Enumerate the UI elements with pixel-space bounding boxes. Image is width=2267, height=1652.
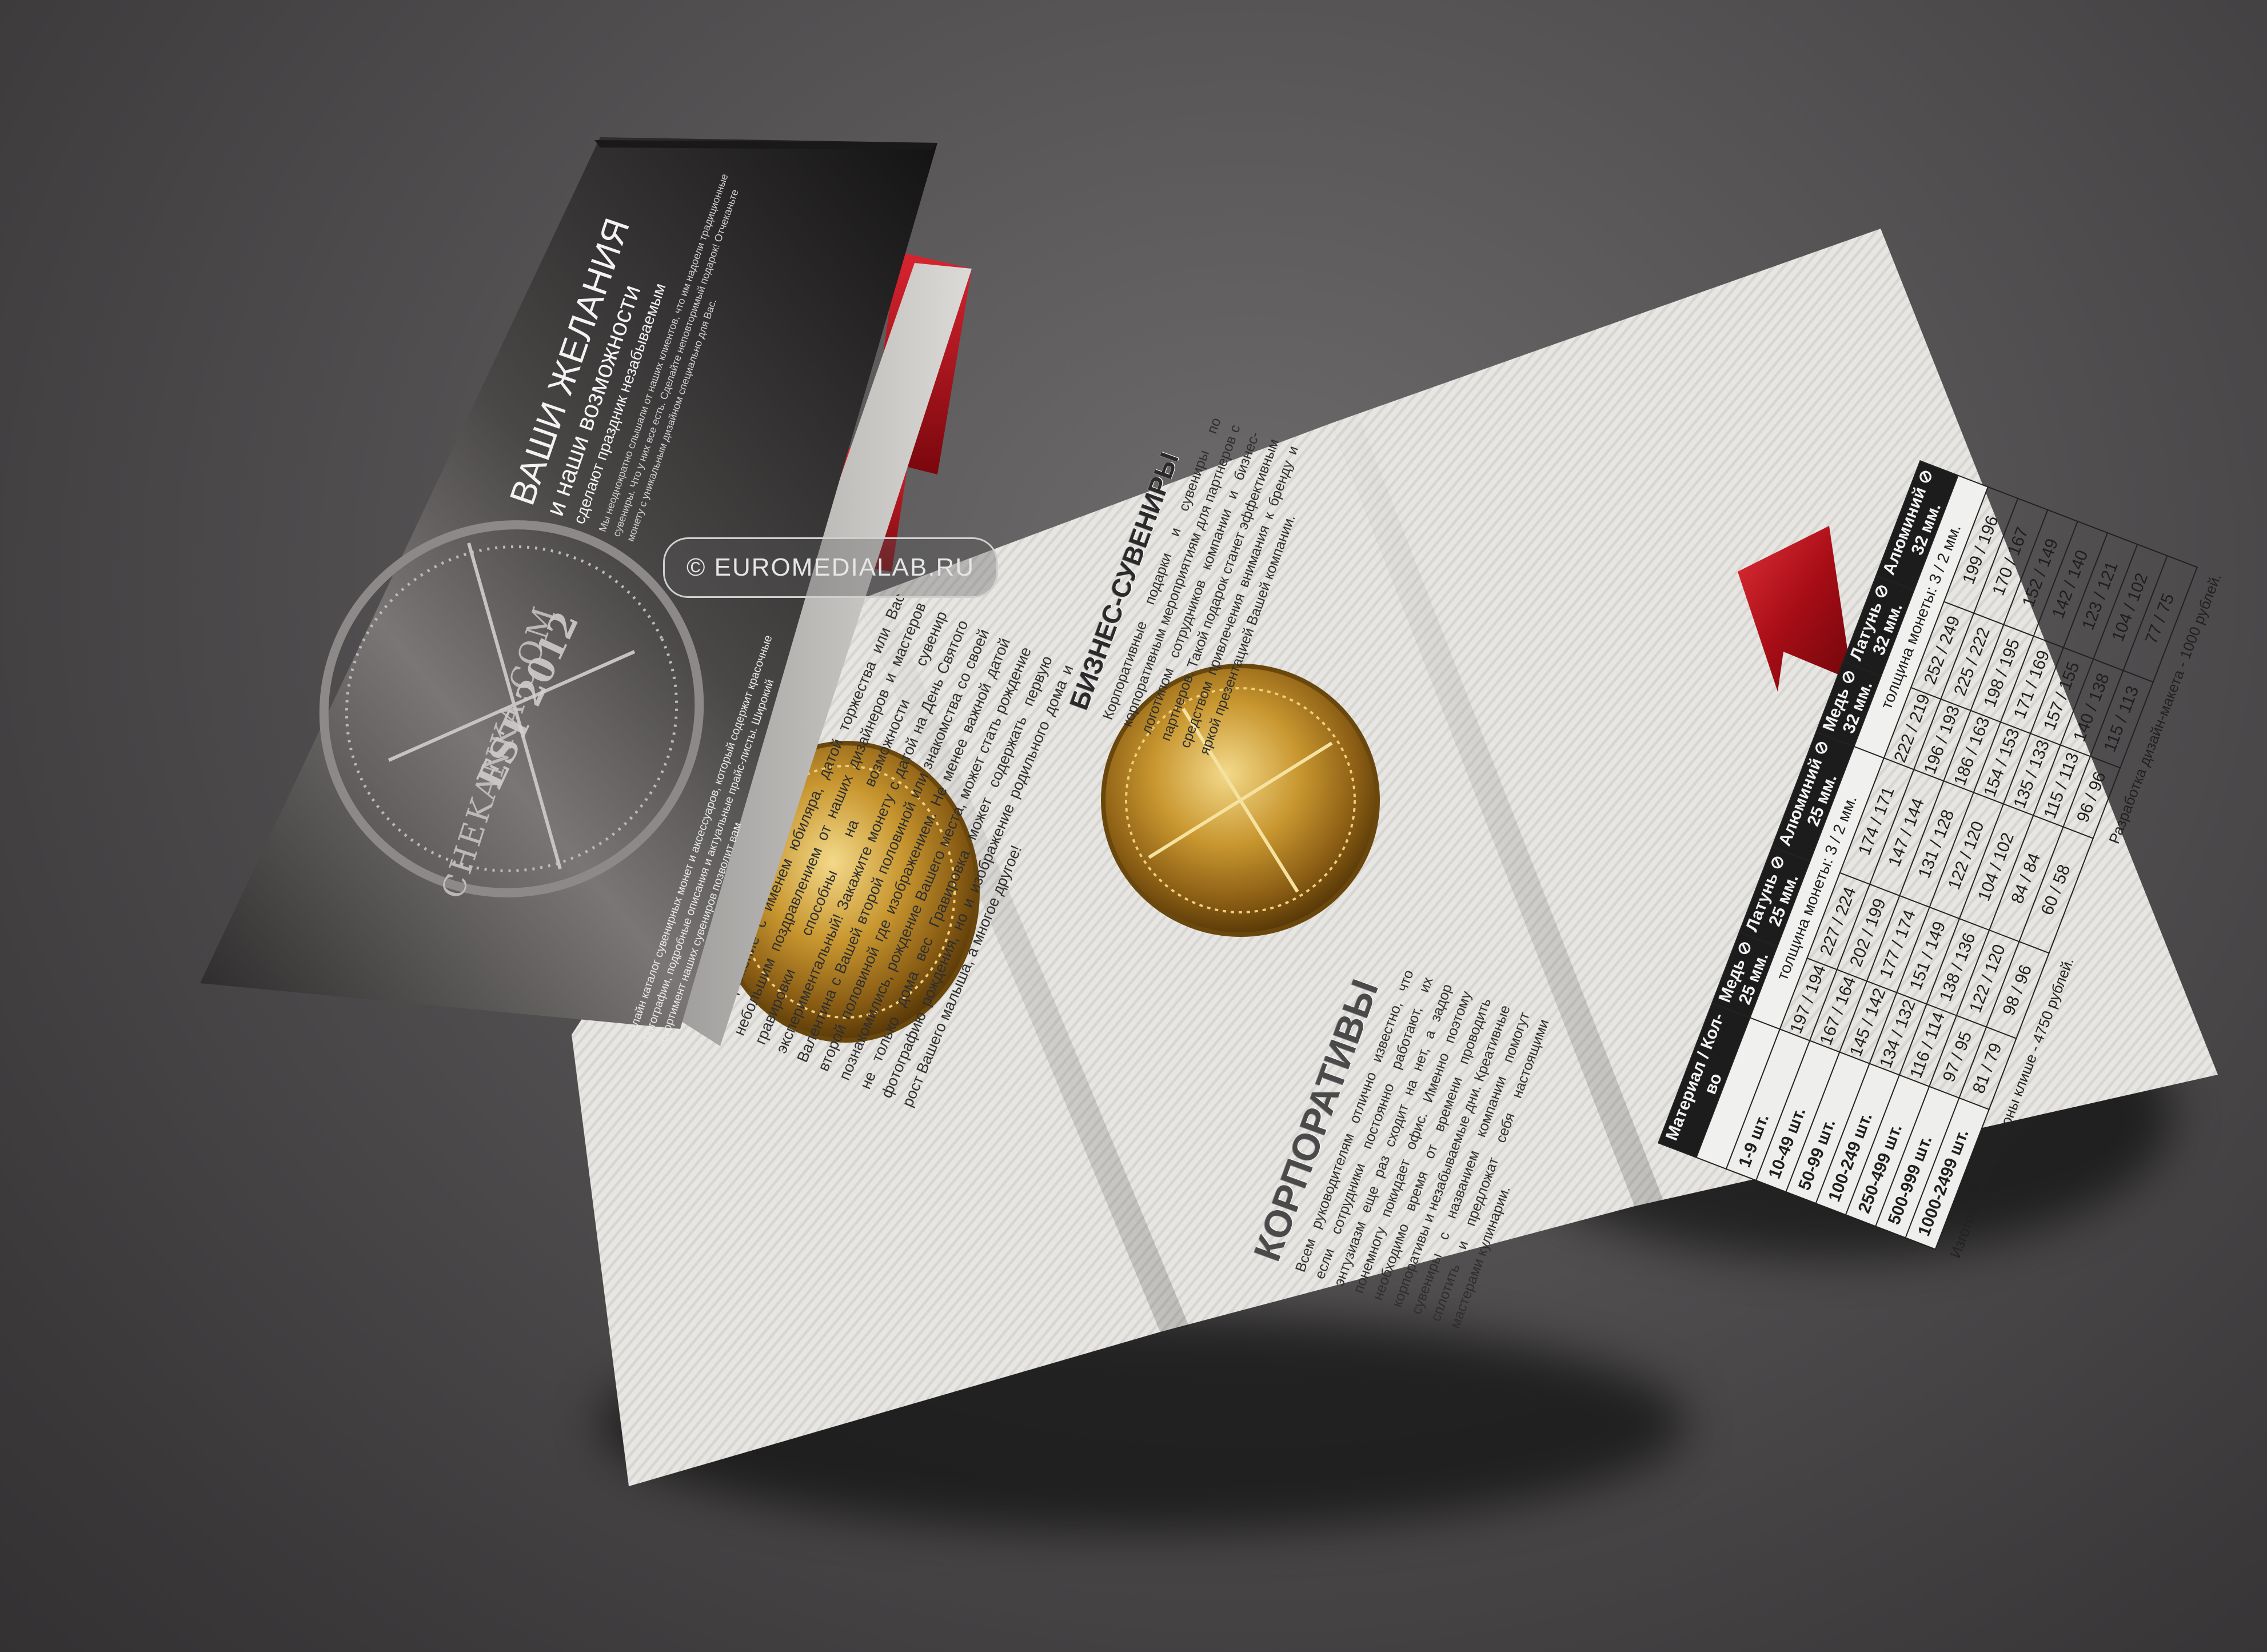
cover-shape (200, 137, 972, 1046)
watermark-badge: © EUROMEDIALAB.RU (663, 537, 998, 598)
watermark-text: © EUROMEDIALAB.RU (686, 553, 975, 581)
